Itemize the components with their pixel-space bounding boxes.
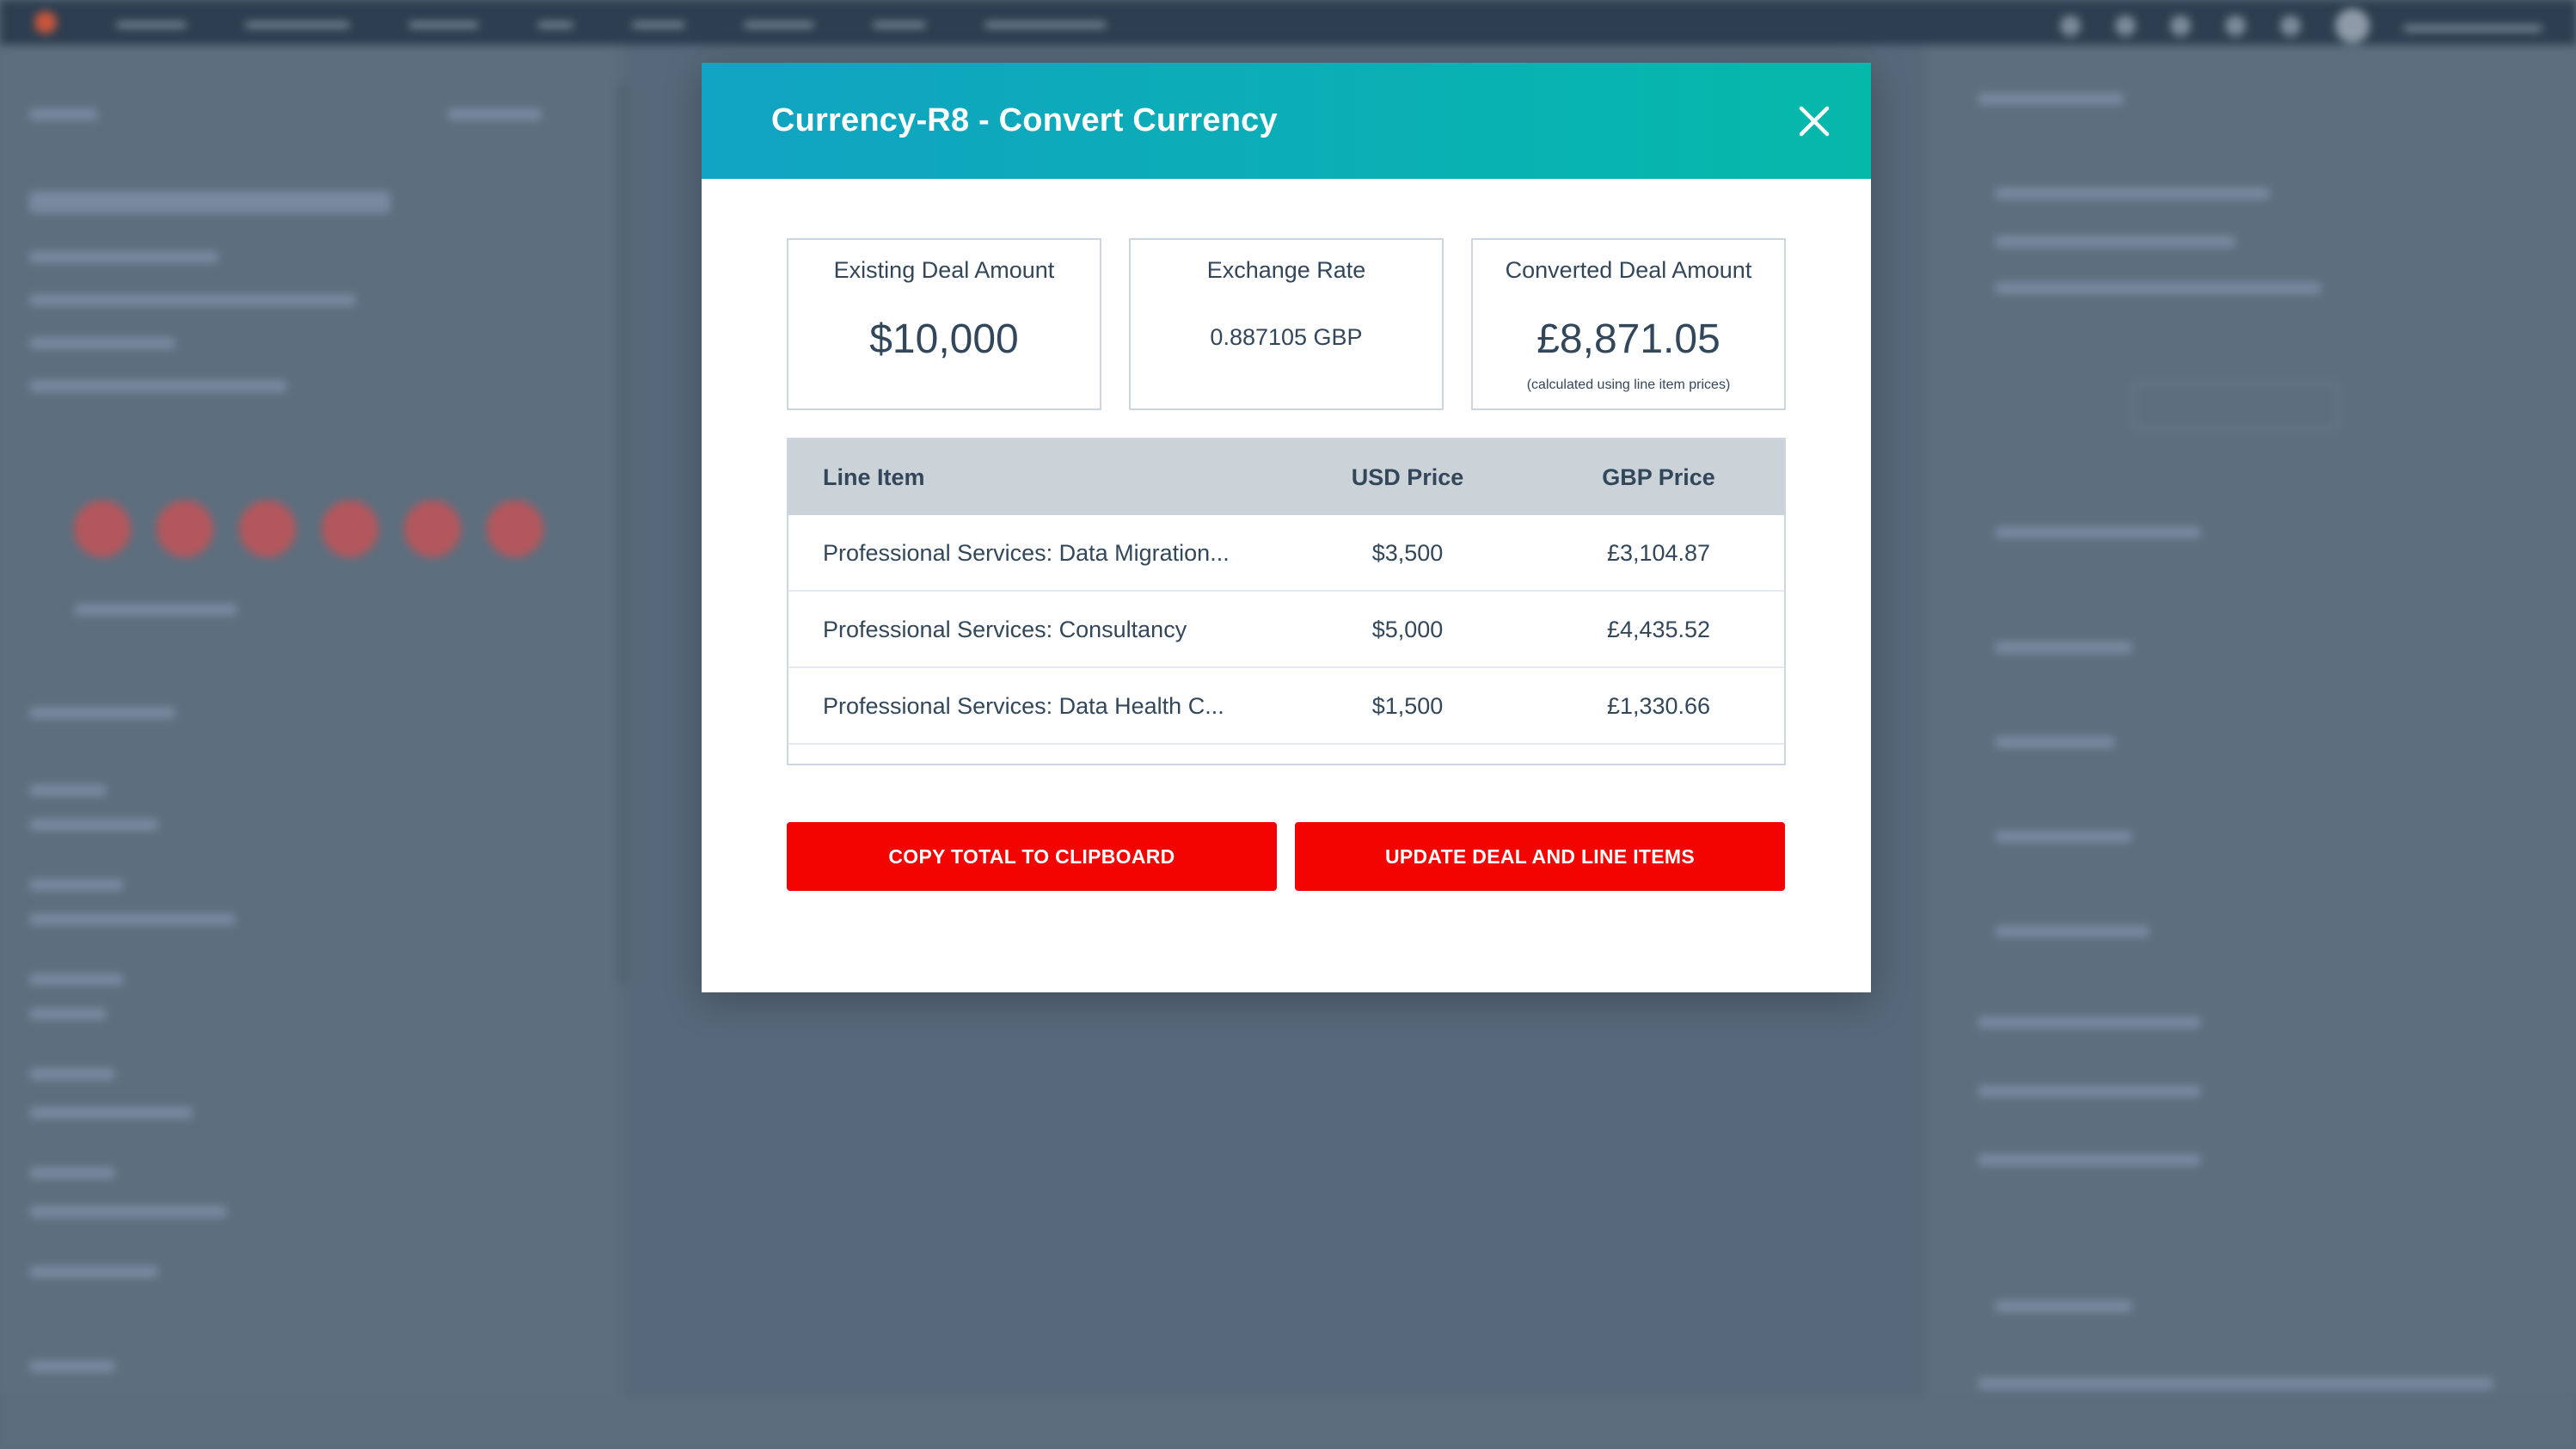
app-logo — [34, 11, 57, 34]
top-nav-icons: ▬▬▬▬▬▬▬▬ — [2060, 9, 2542, 43]
line-item-name: Professional Services: Data Migration... — [823, 540, 1230, 566]
background-button — [2132, 382, 2339, 430]
nav-item: ▬▬▬▬▬▬▬ — [985, 12, 1106, 32]
exchange-rate-label: Exchange Rate — [1206, 257, 1366, 283]
more-icon — [487, 500, 543, 557]
convert-currency-modal: Currency-R8 - Convert Currency Existing … — [702, 63, 1871, 992]
line-item-usd-price: $3,500 — [1371, 540, 1444, 566]
exchange-rate-value: 0.887105 GBP — [1210, 324, 1363, 350]
converted-deal-amount-note: (calculated using line item prices) — [1526, 378, 1731, 392]
right-sidebar — [1926, 45, 2576, 1395]
marketplace-icon — [2115, 15, 2136, 36]
nav-item: ▬▬▬ — [633, 12, 684, 32]
modal-header: Currency-R8 - Convert Currency — [702, 63, 1871, 179]
close-icon — [1799, 106, 1830, 137]
line-items-table: Line Item USD Price GBP Price Profession… — [787, 438, 1786, 765]
existing-deal-amount-card: Existing Deal Amount $10,000 — [787, 238, 1101, 410]
account-name: ▬▬▬▬▬▬▬▬ — [2404, 15, 2542, 35]
converted-deal-amount-value: £8,871.05 — [1536, 316, 1720, 362]
user-avatar — [2335, 9, 2370, 43]
email-icon — [156, 500, 213, 557]
column-header-line-item: Line Item — [823, 464, 925, 490]
nav-item: ▬▬▬▬ — [117, 12, 186, 32]
exchange-rate-card: Exchange Rate 0.887105 GBP — [1129, 238, 1444, 410]
converted-deal-amount-label: Converted Deal Amount — [1505, 257, 1752, 283]
line-item-name: Professional Services: Consultancy — [823, 617, 1187, 642]
settings-icon — [2225, 15, 2246, 36]
left-scrollbar — [617, 83, 628, 985]
table-row: Professional Services: Data Health C... … — [788, 668, 1784, 745]
copy-total-button[interactable]: COPY TOTAL TO CLIPBOARD — [787, 822, 1277, 891]
deal-sidebar — [0, 45, 619, 1395]
column-header-usd-price: USD Price — [1351, 464, 1464, 490]
table-row: Professional Services: Data Migration...… — [788, 515, 1784, 592]
line-item-gbp-price: £1,330.66 — [1606, 693, 1711, 719]
update-deal-button[interactable]: UPDATE DEAL AND LINE ITEMS — [1295, 822, 1785, 891]
nav-item: ▬▬▬▬ — [745, 12, 813, 32]
modal-title: Currency-R8 - Convert Currency — [771, 102, 1278, 138]
nav-item: ▬▬▬▬▬▬ — [246, 12, 349, 32]
table-header: Line Item USD Price GBP Price — [788, 439, 1784, 515]
line-item-gbp-price: £3,104.87 — [1606, 540, 1711, 566]
top-navigation-bar: ▬▬▬▬ ▬▬▬▬▬▬ ▬▬▬▬ ▬▬ ▬▬▬ ▬▬▬▬ ▬▬▬ ▬▬▬▬▬▬▬… — [0, 0, 2576, 45]
notifications-icon — [2280, 15, 2301, 36]
call-icon — [239, 500, 296, 557]
meeting-icon — [404, 500, 461, 557]
help-icon — [2170, 15, 2191, 36]
nav-item: ▬▬▬▬ — [409, 12, 478, 32]
converted-deal-amount-card: Converted Deal Amount £8,871.05 (calcula… — [1471, 238, 1786, 410]
task-icon — [322, 500, 378, 557]
line-item-gbp-price: £4,435.52 — [1606, 617, 1711, 642]
line-item-name: Professional Services: Data Health C... — [823, 693, 1224, 719]
existing-deal-amount-label: Existing Deal Amount — [833, 257, 1055, 283]
close-button[interactable] — [1795, 102, 1833, 140]
bottom-bar — [0, 1395, 2576, 1449]
existing-deal-amount-value: $10,000 — [869, 316, 1019, 362]
column-header-gbp-price: GBP Price — [1602, 464, 1715, 490]
line-item-usd-price: $5,000 — [1371, 617, 1444, 642]
line-item-usd-price: $1,500 — [1371, 693, 1444, 719]
note-icon — [74, 500, 131, 557]
table-row: Professional Services: Consultancy $5,00… — [788, 592, 1784, 668]
nav-item: ▬▬ — [538, 12, 573, 32]
search-icon — [2060, 15, 2081, 36]
nav-item: ▬▬▬ — [874, 12, 925, 32]
